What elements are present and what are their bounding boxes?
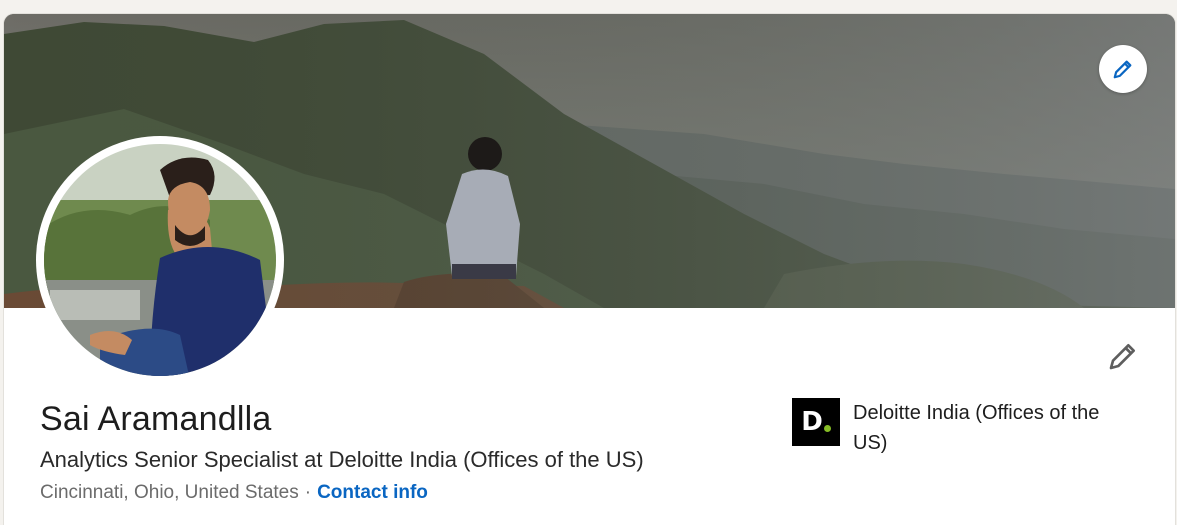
profile-card: Sai Aramandlla Analytics Senior Speciali…	[4, 14, 1175, 525]
contact-info-link[interactable]: Contact info	[317, 482, 428, 503]
company-name: Deloitte India (Offices of the US)	[853, 402, 1100, 454]
edit-cover-button[interactable]	[1099, 45, 1147, 93]
current-company[interactable]: D Deloitte India (Offices of the US)	[792, 398, 1132, 458]
pencil-icon	[1109, 344, 1135, 370]
profile-headline: Analytics Senior Specialist at Deloitte …	[40, 447, 644, 472]
pencil-icon	[1113, 60, 1132, 79]
avatar-image	[44, 144, 276, 376]
profile-meta: Cincinnati, Ohio, United States · Contact …	[40, 482, 428, 504]
profile-photo[interactable]	[40, 140, 280, 380]
profile-name: Sai Aramandlla	[40, 400, 272, 438]
meta-separator: ·	[304, 482, 312, 503]
company-logo-letter: D	[801, 407, 823, 437]
company-logo-dot	[823, 424, 831, 432]
company-logo: D	[792, 398, 840, 446]
edit-intro-button[interactable]	[1103, 336, 1143, 376]
profile-location: Cincinnati, Ohio, United States	[40, 482, 299, 503]
